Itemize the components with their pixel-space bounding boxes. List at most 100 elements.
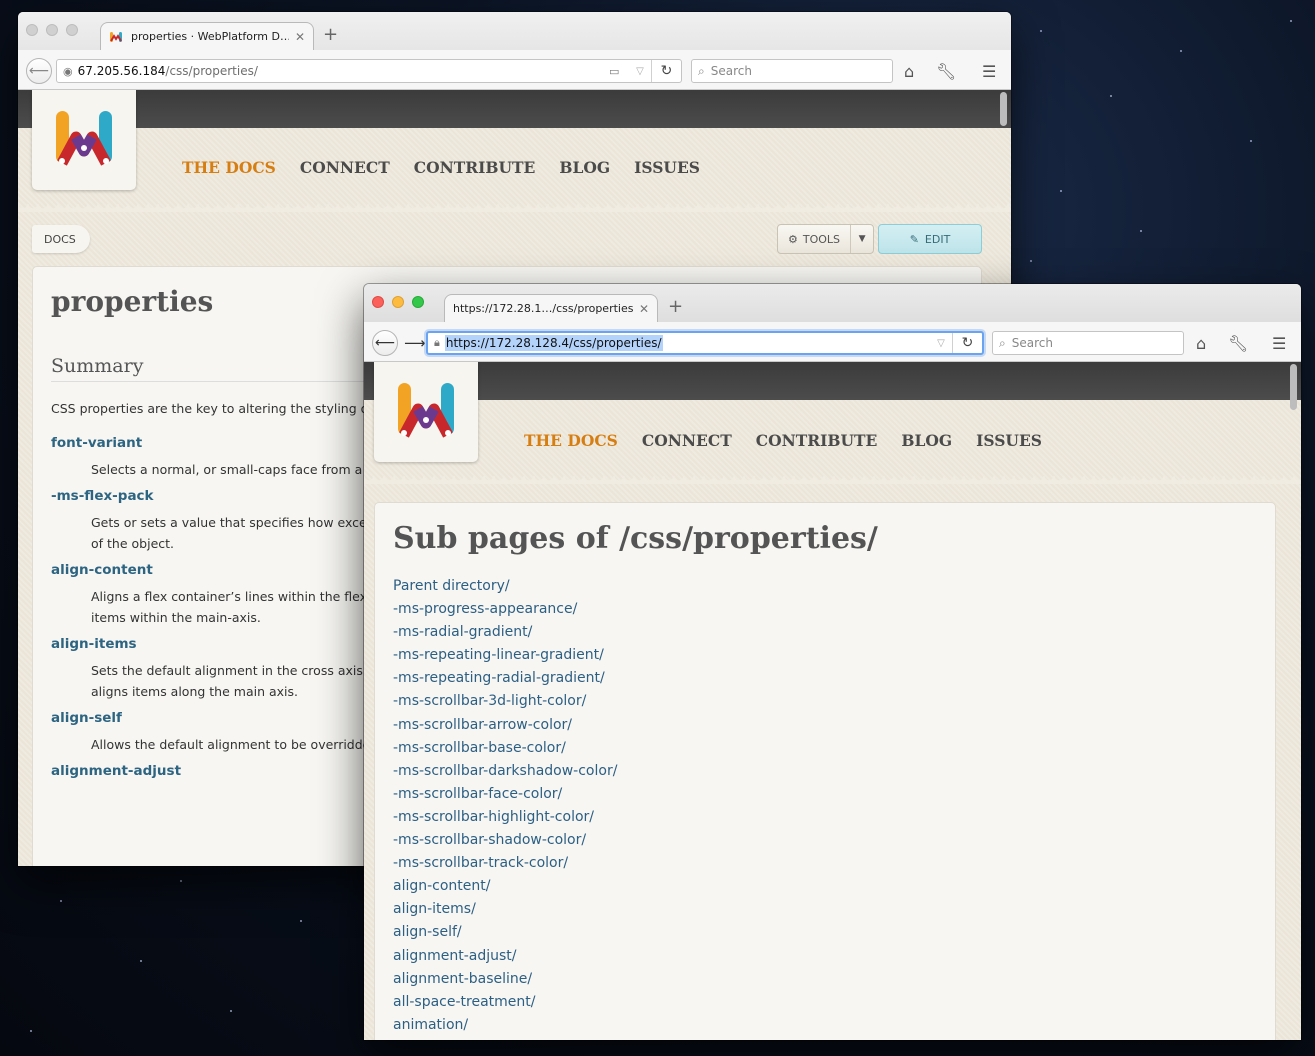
header-divider (18, 204, 1011, 212)
subpage-link[interactable]: alignment-adjust/ (393, 945, 617, 968)
subpage-link[interactable]: -ms-progress-appearance/ (393, 598, 617, 621)
close-window-button[interactable] (26, 24, 38, 36)
property-item: align-content Aligns a flex container’s … (51, 562, 386, 628)
nav-issues[interactable]: ISSUES (976, 431, 1042, 450)
chevron-down-icon[interactable]: ▼ (851, 234, 873, 244)
subpage-link-parent[interactable]: Parent directory/ (393, 575, 617, 598)
wrench-icon[interactable]: 🔧︎ (936, 62, 956, 81)
nav-connect[interactable]: CONNECT (300, 158, 390, 177)
subpage-link[interactable]: align-content/ (393, 875, 617, 898)
hamburger-menu-icon[interactable]: ☰ (1272, 334, 1286, 353)
forward-arrow-icon[interactable]: ⟶ (404, 334, 426, 352)
close-window-button[interactable] (372, 296, 384, 308)
summary-text: CSS properties are the key to altering t… (51, 401, 387, 416)
browser-tab[interactable]: https://172.28.1…/css/properties/ ✕ (444, 294, 658, 322)
webplatform-logo-icon (56, 111, 112, 166)
subpage-link[interactable]: -ms-scrollbar-darkshadow-color/ (393, 760, 617, 783)
search-input[interactable]: ⌕ Search (992, 331, 1184, 355)
nav-contribute[interactable]: CONTRIBUTE (414, 158, 536, 177)
back-arrow-icon: ⟵ (28, 63, 50, 79)
browser-tab[interactable]: properties · WebPlatform D… ✕ (100, 22, 314, 50)
property-link[interactable]: align-content (51, 562, 371, 578)
home-icon[interactable]: ⌂ (904, 62, 914, 81)
nav-blog[interactable]: BLOG (559, 158, 610, 177)
subpage-link[interactable]: -ms-scrollbar-shadow-color/ (393, 829, 617, 852)
search-icon: ⌕ (999, 335, 1006, 350)
pencil-icon: ✎ (909, 232, 919, 246)
tab-title: https://172.28.1…/css/properties/ (453, 302, 633, 315)
property-link[interactable]: -ms-flex-pack (51, 488, 371, 504)
site-logo[interactable] (374, 362, 478, 462)
dropdown-arrow-icon[interactable]: ▽ (930, 338, 952, 349)
url-path: /css/properties/ (165, 64, 258, 78)
search-placeholder: Search (1011, 336, 1053, 350)
site-main-nav: THE DOCS CONNECT CONTRIBUTE BLOG ISSUES (182, 158, 700, 177)
tab-close-icon[interactable]: ✕ (295, 30, 305, 44)
subpage-link[interactable]: -ms-scrollbar-base-color/ (393, 737, 617, 760)
reader-view-icon[interactable]: ▭ (609, 65, 629, 78)
subpage-link[interactable]: alignment-baseline/ (393, 968, 617, 991)
breadcrumb[interactable]: DOCS (32, 225, 90, 253)
url-bar[interactable]: ◉ 67.205.56.184/css/properties/ ▭ ▽ ↻ (56, 59, 682, 83)
nav-blog[interactable]: BLOG (901, 431, 952, 450)
subpage-link[interactable]: -ms-scrollbar-track-color/ (393, 852, 617, 875)
reload-icon[interactable]: ↻ (651, 60, 681, 82)
minimize-window-button[interactable] (392, 296, 404, 308)
subpage-link[interactable]: align-items/ (393, 898, 617, 921)
tab-close-icon[interactable]: ✕ (639, 302, 649, 316)
window-controls (26, 24, 78, 36)
subpage-link[interactable]: -ms-scrollbar-3d-light-color/ (393, 690, 617, 713)
zoom-window-button[interactable] (66, 24, 78, 36)
browser-window-front: https://172.28.1…/css/properties/ ✕ + ⟵ … (364, 284, 1301, 1040)
property-item: align-self Allows the default alignment … (51, 710, 378, 755)
hamburger-menu-icon[interactable]: ☰ (982, 62, 996, 81)
nav-the-docs[interactable]: THE DOCS (182, 158, 276, 177)
nav-connect[interactable]: CONNECT (642, 431, 732, 450)
property-link[interactable]: align-items (51, 636, 371, 652)
subpage-link[interactable]: align-self/ (393, 921, 617, 944)
nav-issues[interactable]: ISSUES (634, 158, 700, 177)
property-link[interactable]: align-self (51, 710, 371, 726)
url-bar[interactable]: 🔒︎ https://172.28.128.4/css/properties/ … (426, 331, 984, 355)
tools-label: TOOLS (802, 232, 841, 246)
subpage-link[interactable]: -ms-radial-gradient/ (393, 621, 617, 644)
reload-icon[interactable]: ↻ (952, 333, 982, 353)
property-link[interactable]: font-variant (51, 435, 371, 451)
page-title: Sub pages of /css/properties/ (393, 521, 878, 556)
page-title: properties (51, 285, 214, 318)
subpage-link[interactable]: -ms-repeating-radial-gradient/ (393, 667, 617, 690)
dropdown-arrow-icon[interactable]: ▽ (629, 66, 651, 77)
subpage-link[interactable]: animation/ (393, 1014, 617, 1037)
property-item: align-items Sets the default alignment i… (51, 636, 384, 702)
property-item: -ms-flex-pack Gets or sets a value that … (51, 488, 390, 554)
back-button[interactable]: ⟵ (26, 58, 52, 84)
header-divider (364, 476, 1301, 484)
subpage-link[interactable]: -ms-repeating-linear-gradient/ (393, 644, 617, 667)
zoom-window-button[interactable] (412, 296, 424, 308)
subpage-link[interactable]: -ms-scrollbar-arrow-color/ (393, 714, 617, 737)
minimize-window-button[interactable] (46, 24, 58, 36)
subpage-link[interactable]: -ms-scrollbar-highlight-color/ (393, 806, 617, 829)
nav-the-docs[interactable]: THE DOCS (524, 431, 618, 450)
subpage-link[interactable]: -ms-scrollbar-face-color/ (393, 783, 617, 806)
property-description: Selects a normal, or small-caps face fro… (51, 459, 386, 480)
wrench-icon[interactable]: 🔧︎ (1228, 334, 1248, 353)
nav-contribute[interactable]: CONTRIBUTE (756, 431, 878, 450)
search-input[interactable]: ⌕ Search (691, 59, 893, 83)
property-description-line: Aligns a flex container’s lines within t… (91, 589, 386, 604)
site-logo[interactable] (32, 90, 136, 190)
back-arrow-icon: ⟵ (374, 335, 396, 351)
edit-button[interactable]: ✎ EDIT (878, 224, 982, 254)
home-icon[interactable]: ⌂ (1196, 334, 1206, 353)
navigation-toolbar: ⟵ ⟶ 🔒︎ https://172.28.128.4/css/properti… (364, 322, 1301, 362)
new-tab-button[interactable]: + (323, 26, 338, 44)
scrollbar-thumb[interactable] (1290, 364, 1297, 410)
subpage-link[interactable]: all-space-treatment/ (393, 991, 617, 1014)
url-host: 67.205.56.184 (77, 64, 166, 78)
site-main-nav: THE DOCS CONNECT CONTRIBUTE BLOG ISSUES (524, 431, 1042, 450)
scrollbar-thumb[interactable] (1000, 92, 1007, 126)
new-tab-button[interactable]: + (668, 298, 683, 316)
tools-button[interactable]: ⚙ TOOLS ▼ (777, 224, 875, 254)
back-button[interactable]: ⟵ (372, 330, 398, 356)
property-link[interactable]: alignment-adjust (51, 763, 371, 779)
